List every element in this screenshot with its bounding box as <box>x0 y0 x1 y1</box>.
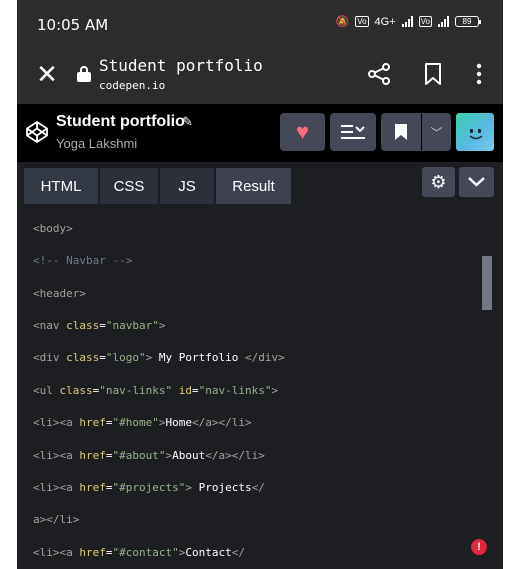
codepen-logo-icon[interactable] <box>25 120 49 144</box>
edit-pencil-icon[interactable]: ✎ <box>182 114 193 130</box>
chevron-down-icon: ﹀ <box>430 125 443 140</box>
battery-icon: 89 <box>455 16 481 27</box>
code-line: <ul class="nav-links" id="nav-links"> <box>33 384 279 397</box>
tab-js[interactable]: JS <box>160 168 214 204</box>
change-view-button[interactable] <box>330 113 376 151</box>
pen-title[interactable]: Student portfolio <box>56 113 185 131</box>
browser-toolbar: ✕ Student portfolio codepen.io <box>17 44 503 104</box>
tab-css[interactable]: CSS <box>100 168 158 204</box>
code-line: <li><a href="#home">Home</a></li> <box>33 416 252 429</box>
save-dropdown-button[interactable]: ﹀ <box>422 113 451 151</box>
url-host[interactable]: codepen.io <box>99 79 165 92</box>
user-avatar[interactable] <box>456 113 494 151</box>
pen-header: Student portfolio ✎ Yoga Lakshmi ♥ ﹀ <box>17 104 503 162</box>
save-button[interactable] <box>381 113 421 151</box>
settings-button[interactable]: ⚙ <box>422 167 455 197</box>
bookmark-icon <box>395 124 407 140</box>
mute-icon: 🔕 <box>335 16 350 28</box>
collapse-button[interactable] <box>459 167 494 197</box>
signal-icon-2 <box>438 16 449 27</box>
chevron-down-icon <box>468 177 485 187</box>
code-line: <!-- Navbar --> <box>33 254 133 267</box>
avatar-smile <box>469 135 483 140</box>
share-icon[interactable] <box>367 62 391 86</box>
code-line: <div class="logo"> My Portfolio </div> <box>33 351 285 364</box>
status-bar: 10:05 AM 🔕 Vo 4G+ Vo 89 <box>17 0 503 44</box>
html-code-editor[interactable]: <body> <!-- Navbar --> <header> <nav cla… <box>17 209 503 569</box>
avatar-eye <box>470 129 473 133</box>
status-icons: 🔕 Vo 4G+ Vo 89 <box>335 15 481 28</box>
tab-result[interactable]: Result <box>216 168 291 204</box>
code-line: <nav class="navbar"> <box>33 319 166 332</box>
bookmark-icon[interactable] <box>422 62 444 86</box>
heart-icon: ♥ <box>295 119 310 144</box>
volte-badge: Vo <box>355 16 369 27</box>
status-time: 10:05 AM <box>37 16 109 34</box>
code-line: a></li> <box>33 513 80 526</box>
error-icon[interactable]: ! <box>471 539 487 555</box>
code-line: <li><a href="#about">About</a></li> <box>33 449 265 462</box>
lock-icon[interactable] <box>77 66 91 82</box>
page-title[interactable]: Student portfolio <box>99 56 263 75</box>
code-scrollbar[interactable] <box>482 256 492 310</box>
tab-html[interactable]: HTML <box>24 168 98 204</box>
phone-screen: 10:05 AM 🔕 Vo 4G+ Vo 89 ✕ Student portfo… <box>17 0 503 569</box>
editor-tabs: HTML CSS JS Result <box>24 168 291 204</box>
editor-tabbar: HTML CSS JS Result ⚙ <box>17 162 503 209</box>
code-line: <header> <box>33 287 86 300</box>
more-icon[interactable] <box>472 62 486 86</box>
volte-badge-2: Vo <box>418 16 432 27</box>
heart-button[interactable]: ♥ <box>280 113 325 151</box>
code-line: <body> <box>33 222 73 235</box>
pen-author[interactable]: Yoga Lakshmi <box>56 136 137 151</box>
network-label: 4G+ <box>374 15 396 28</box>
close-icon[interactable]: ✕ <box>33 60 61 88</box>
code-line: <li><a href="#contact">Contact</ <box>33 546 245 559</box>
layout-icon <box>341 125 365 139</box>
avatar-eye <box>478 129 481 133</box>
code-line: <li><a href="#projects"> Projects</ <box>33 481 265 494</box>
signal-icon <box>401 16 413 27</box>
gear-icon: ⚙ <box>430 172 447 192</box>
